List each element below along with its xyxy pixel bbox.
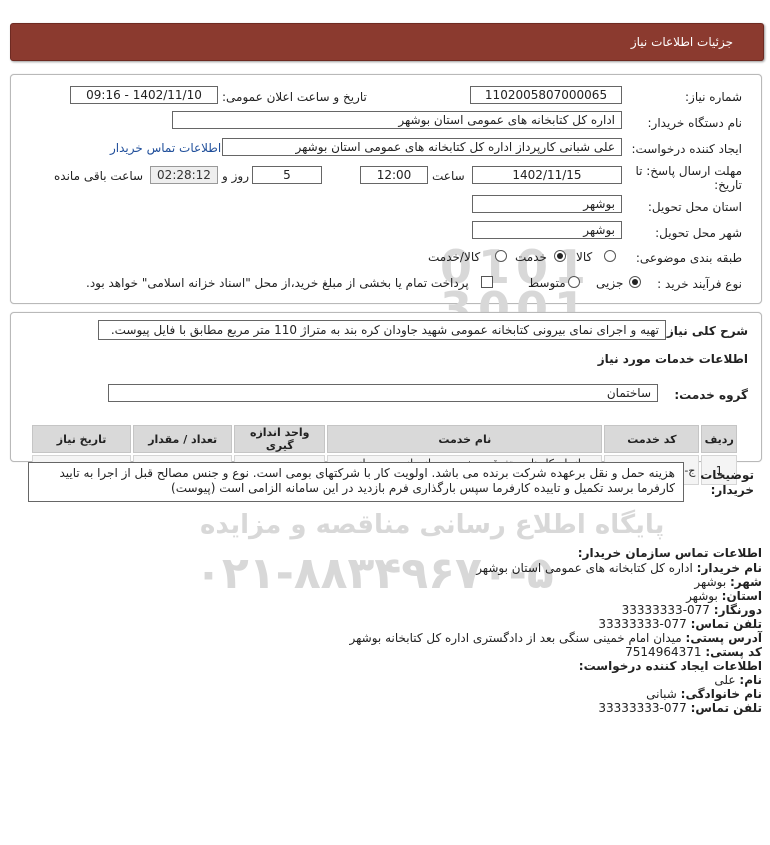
last-name-value: شبانی — [646, 687, 677, 701]
buyer-notes-label: توضیحات — [700, 468, 754, 482]
services-table-header: ردیف کد خدمت نام خدمت واحد اندازه گیری ت… — [32, 425, 737, 453]
buyer-name-label: نام خریدار: — [696, 561, 762, 575]
page-title: جزئیات اطلاعات نیاز — [630, 35, 733, 49]
col-date: تاریخ نیاز — [32, 425, 132, 453]
postal-label: کد پستی: — [705, 645, 762, 659]
delivery-province-label: استان محل تحویل: — [647, 200, 742, 214]
province-value: بوشهر — [686, 589, 718, 603]
first-name-value: علی — [714, 673, 736, 687]
deadline-date-field: 1402/11/15 — [472, 166, 622, 184]
buyer-name-line: نام خریدار: اداره کل کتابخانه های عمومی … — [476, 561, 762, 575]
buyer-org-field: اداره کل کتابخانه های عمومی استان بوشهر — [172, 111, 622, 129]
description-field: تهیه و اجرای نمای بیرونی کتابخانه عمومی … — [98, 320, 666, 340]
treasury-note: پرداخت تمام یا بخشی از مبلغ خرید،از محل … — [86, 276, 469, 290]
process-option-minor: جزیی — [596, 276, 624, 290]
fax-value: 077-33333333 — [621, 603, 710, 617]
deadline-time-field: 12:00 — [360, 166, 428, 184]
creator-phone-value: 077-33333333 — [598, 701, 687, 715]
creator-phone-label: تلفن تماس: — [690, 701, 762, 715]
category-radio-service[interactable] — [554, 250, 566, 262]
fax-label: دورنگار: — [713, 603, 762, 617]
remaining-days-label: روز و — [222, 169, 249, 183]
service-group-field: ساختمان — [108, 384, 658, 402]
category-option-goods-service: کالا/خدمت — [428, 250, 481, 264]
process-type-label: نوع فرآیند خرید : — [657, 277, 742, 291]
service-group-label: گروه خدمت: — [674, 388, 748, 402]
process-option-medium: متوسط — [528, 276, 566, 290]
category-label: طبقه بندی موضوعی: — [635, 251, 742, 265]
creator-label: ایجاد کننده درخواست: — [631, 142, 742, 156]
phone-value: 077-33333333 — [598, 617, 687, 631]
delivery-city-label: شهر محل تحویل: — [655, 226, 742, 240]
city-line: شهر: بوشهر — [694, 575, 762, 589]
category-option-goods: کالا — [576, 250, 593, 264]
buyer-notes-field: هزینه حمل و نقل برعهده شرکت برنده می باش… — [28, 462, 684, 502]
process-radio-medium[interactable] — [568, 276, 580, 288]
last-name-label: نام خانوادگی: — [680, 687, 762, 701]
address-label: آدرس پستی: — [685, 631, 762, 645]
remaining-days-field: 5 — [252, 166, 322, 184]
province-label: استان: — [721, 589, 762, 603]
city-label: شهر: — [730, 575, 762, 589]
announce-datetime-field: 1402/11/10 - 09:16 — [70, 86, 218, 104]
remaining-time-label: ساعت باقی مانده — [54, 169, 144, 183]
creator-field: علی شبانی کارپرداز اداره کل کتابخانه های… — [222, 138, 622, 156]
deadline-time-label: ساعت — [432, 169, 465, 183]
address-line: آدرس پستی: میدان امام خمینی سنگی بعد از … — [350, 631, 762, 645]
province-line: استان: بوشهر — [686, 589, 762, 603]
phone-label: تلفن تماس: — [690, 617, 762, 631]
first-name-line: نام: علی — [714, 673, 762, 687]
col-unit: واحد اندازه گیری — [234, 425, 326, 453]
category-option-service: خدمت — [515, 250, 547, 264]
process-radio-minor[interactable] — [629, 276, 641, 288]
buyer-notes-label-2: خریدار: — [710, 483, 754, 497]
treasury-checkbox[interactable] — [481, 276, 493, 288]
postal-line: کد پستی: 7514964371 — [625, 645, 762, 659]
col-code: کد خدمت — [604, 425, 700, 453]
watermark-caption: پایگاه اطلاع رسانی مناقصه و مزایده — [200, 510, 665, 540]
address-value: میدان امام خمینی سنگی بعد از دادگستری اد… — [349, 631, 682, 645]
buyer-name-value: اداره کل کتابخانه های عمومی استان بوشهر — [476, 561, 693, 575]
need-number-label: شماره نیاز: — [685, 90, 742, 104]
buyer-org-label: نام دستگاه خریدار: — [647, 116, 743, 130]
deadline-date-label: تاریخ: — [714, 178, 742, 192]
page-header: جزئیات اطلاعات نیاز — [10, 23, 764, 61]
delivery-city-field: بوشهر — [472, 221, 622, 239]
description-label: شرح کلی نیاز: — [662, 324, 748, 338]
need-info-panel — [10, 74, 762, 304]
col-name: نام خدمت — [327, 425, 603, 453]
org-contact-title: اطلاعات تماس سازمان خریدار: — [577, 546, 762, 560]
last-name-line: نام خانوادگی: شبانی — [646, 687, 762, 701]
need-number-field: 1102005807000065 — [470, 86, 622, 104]
postal-value: 7514964371 — [625, 645, 702, 659]
city-value: بوشهر — [694, 575, 727, 589]
services-section-title: اطلاعات خدمات مورد نیاز — [597, 352, 748, 366]
fax-line: دورنگار: 077-33333333 — [622, 603, 762, 617]
buyer-contact-link[interactable]: اطلاعات تماس خریدار — [110, 141, 221, 155]
deadline-label: مهلت ارسال پاسخ: تا — [635, 164, 742, 178]
delivery-province-field: بوشهر — [472, 195, 622, 213]
announce-datetime-label: تاریخ و ساعت اعلان عمومی: — [222, 90, 367, 104]
col-row: ردیف — [701, 425, 737, 453]
creator-phone-line: تلفن تماس: 077-33333333 — [598, 701, 762, 715]
first-name-label: نام: — [739, 673, 762, 687]
phone-line: تلفن تماس: 077-33333333 — [598, 617, 762, 631]
remaining-time-field: 02:28:12 — [150, 166, 218, 184]
col-qty: تعداد / مقدار — [133, 425, 233, 453]
category-radio-goods-service[interactable] — [495, 250, 507, 262]
creator-contact-title: اطلاعات ایجاد کننده درخواست: — [578, 659, 762, 673]
category-radio-goods[interactable] — [604, 250, 616, 262]
